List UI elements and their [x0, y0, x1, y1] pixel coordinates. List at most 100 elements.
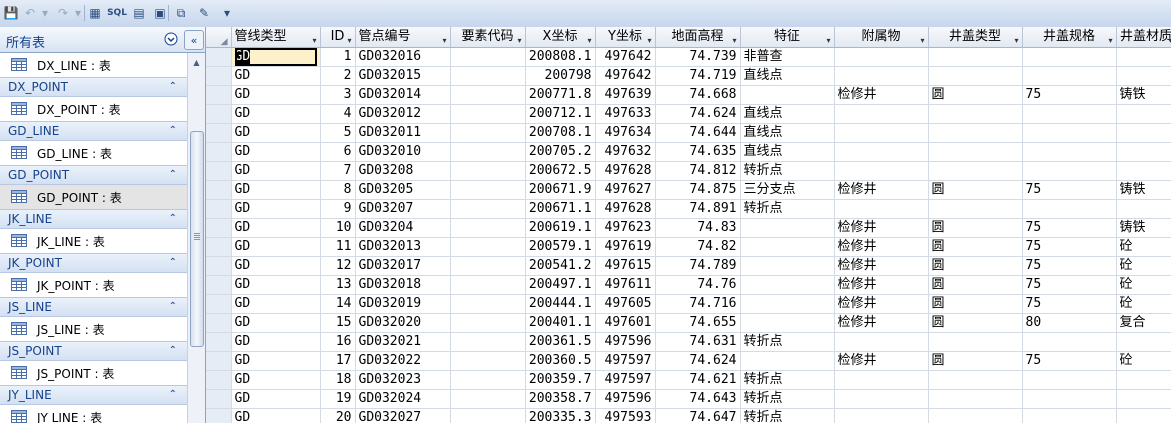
- table-cell[interactable]: 497611: [595, 275, 656, 295]
- table-cell[interactable]: [928, 66, 1023, 86]
- table-cell[interactable]: 检修井: [834, 237, 929, 257]
- table-row[interactable]: GD 10 GD03204 200619.1 497623 74.83 检修井圆 75 铸铁: [206, 218, 1171, 238]
- table-cell[interactable]: 16: [320, 332, 356, 352]
- table-row[interactable]: GD 3 GD032014 200771.8 497639 74.668 检修井圆 75 铸铁: [206, 85, 1171, 105]
- table-cell[interactable]: 圆: [928, 218, 1023, 238]
- table-cell[interactable]: 18: [320, 370, 356, 390]
- table-cell[interactable]: 直线点: [740, 66, 835, 86]
- row-selector[interactable]: [206, 161, 232, 181]
- table-cell[interactable]: [450, 313, 526, 333]
- scroll-up-icon[interactable]: ▲: [188, 53, 205, 71]
- table-cell[interactable]: 75: [1022, 275, 1117, 295]
- table-cell[interactable]: GD: [231, 47, 321, 67]
- column-header[interactable]: 管线类型 ▾: [231, 27, 321, 48]
- table-cell[interactable]: GD032010: [355, 142, 451, 162]
- table-cell[interactable]: 497634: [595, 123, 656, 143]
- table-cell[interactable]: 200360.5: [525, 351, 596, 371]
- row-selector[interactable]: [206, 256, 232, 276]
- undo-dropdown-icon[interactable]: ▾: [40, 4, 50, 22]
- nav-menu-icon[interactable]: [163, 31, 179, 47]
- table-cell[interactable]: [450, 237, 526, 257]
- table-cell[interactable]: GD: [231, 408, 321, 423]
- table-cell[interactable]: [450, 66, 526, 86]
- table-cell[interactable]: 74.789: [655, 256, 741, 276]
- table-cell[interactable]: 200712.1: [525, 104, 596, 124]
- table-cell[interactable]: [1116, 66, 1171, 86]
- table-cell[interactable]: 砼: [1116, 256, 1171, 276]
- column-dropdown-icon[interactable]: ▾: [347, 32, 351, 46]
- table-cell[interactable]: 497615: [595, 256, 656, 276]
- nav-item-table[interactable]: JK_POINT : 表: [0, 273, 187, 297]
- table-cell[interactable]: 直线点: [740, 104, 835, 124]
- table-cell[interactable]: 497605: [595, 294, 656, 314]
- table-cell[interactable]: GD03204: [355, 218, 451, 238]
- row-selector[interactable]: [206, 199, 232, 219]
- table-cell[interactable]: 74.644: [655, 123, 741, 143]
- table-cell[interactable]: [740, 256, 835, 276]
- column-header[interactable]: ID ▾: [320, 27, 356, 48]
- table-cell[interactable]: [1116, 104, 1171, 124]
- table-cell[interactable]: 75: [1022, 218, 1117, 238]
- table-cell[interactable]: GD: [231, 218, 321, 238]
- table-cell[interactable]: [928, 142, 1023, 162]
- table-row[interactable]: GD 12 GD032017 200541.2 497615 74.789 检修井圆 75 砼: [206, 256, 1171, 276]
- table-cell[interactable]: 200401.1: [525, 313, 596, 333]
- table-cell[interactable]: 74.875: [655, 180, 741, 200]
- table-cell[interactable]: [834, 408, 929, 423]
- table-cell[interactable]: 检修井: [834, 275, 929, 295]
- chevron-up-icon[interactable]: ⌃: [169, 389, 177, 400]
- table-row[interactable]: GD 6 GD032010 200705.2 497632 74.635 直线点: [206, 142, 1171, 162]
- table-cell[interactable]: 497623: [595, 218, 656, 238]
- row-selector[interactable]: [206, 370, 232, 390]
- row-selector[interactable]: [206, 47, 232, 67]
- table-cell[interactable]: [1116, 408, 1171, 423]
- table-cell[interactable]: GD: [231, 332, 321, 352]
- report-icon[interactable]: ▤: [130, 4, 148, 22]
- table-cell[interactable]: [450, 123, 526, 143]
- table-cell[interactable]: GD: [231, 294, 321, 314]
- nav-group-jy-line[interactable]: JY_LINE ⌃: [0, 385, 187, 405]
- table-cell[interactable]: GD032014: [355, 85, 451, 105]
- collapse-pane-icon[interactable]: «: [184, 30, 204, 50]
- table-cell[interactable]: GD032027: [355, 408, 451, 423]
- row-selector[interactable]: [206, 180, 232, 200]
- table-cell[interactable]: 圆: [928, 313, 1023, 333]
- row-selector[interactable]: [206, 237, 232, 257]
- table-cell[interactable]: 12: [320, 256, 356, 276]
- table-row[interactable]: GD 13 GD032018 200497.1 497611 74.76 检修井圆 75 砼: [206, 275, 1171, 295]
- table-cell[interactable]: 200672.5: [525, 161, 596, 181]
- row-selector[interactable]: [206, 123, 232, 143]
- row-selector[interactable]: [206, 389, 232, 409]
- table-cell[interactable]: GD03205: [355, 180, 451, 200]
- table-row[interactable]: GD 20 GD032027 200335.3 497593 74.647 转折点: [206, 408, 1171, 423]
- table-cell[interactable]: 74.647: [655, 408, 741, 423]
- table-cell[interactable]: [1022, 66, 1117, 86]
- nav-item-table[interactable]: DX_POINT : 表: [0, 97, 187, 121]
- table-cell[interactable]: 74.83: [655, 218, 741, 238]
- table-cell[interactable]: 检修井: [834, 180, 929, 200]
- table-cell[interactable]: 13: [320, 275, 356, 295]
- table-cell[interactable]: GD: [231, 275, 321, 295]
- table-cell[interactable]: [740, 218, 835, 238]
- table-cell[interactable]: [928, 123, 1023, 143]
- table-cell[interactable]: 74.812: [655, 161, 741, 181]
- table-cell[interactable]: [928, 199, 1023, 219]
- table-cell[interactable]: GD032018: [355, 275, 451, 295]
- table-cell[interactable]: GD032019: [355, 294, 451, 314]
- table-cell[interactable]: GD: [231, 85, 321, 105]
- table-cell[interactable]: GD032021: [355, 332, 451, 352]
- table-cell[interactable]: [1116, 389, 1171, 409]
- table-cell[interactable]: [450, 408, 526, 423]
- row-selector[interactable]: [206, 66, 232, 86]
- table-cell[interactable]: [740, 85, 835, 105]
- table-cell[interactable]: 497628: [595, 161, 656, 181]
- table-cell[interactable]: [450, 104, 526, 124]
- table-cell[interactable]: [450, 161, 526, 181]
- table-cell[interactable]: GD: [231, 123, 321, 143]
- table-cell[interactable]: 9: [320, 199, 356, 219]
- table-cell[interactable]: 转折点: [740, 161, 835, 181]
- table-row[interactable]: GD 19 GD032024 200358.7 497596 74.643 转折点: [206, 389, 1171, 409]
- table-cell[interactable]: [450, 180, 526, 200]
- table-cell[interactable]: [928, 104, 1023, 124]
- row-selector[interactable]: [206, 104, 232, 124]
